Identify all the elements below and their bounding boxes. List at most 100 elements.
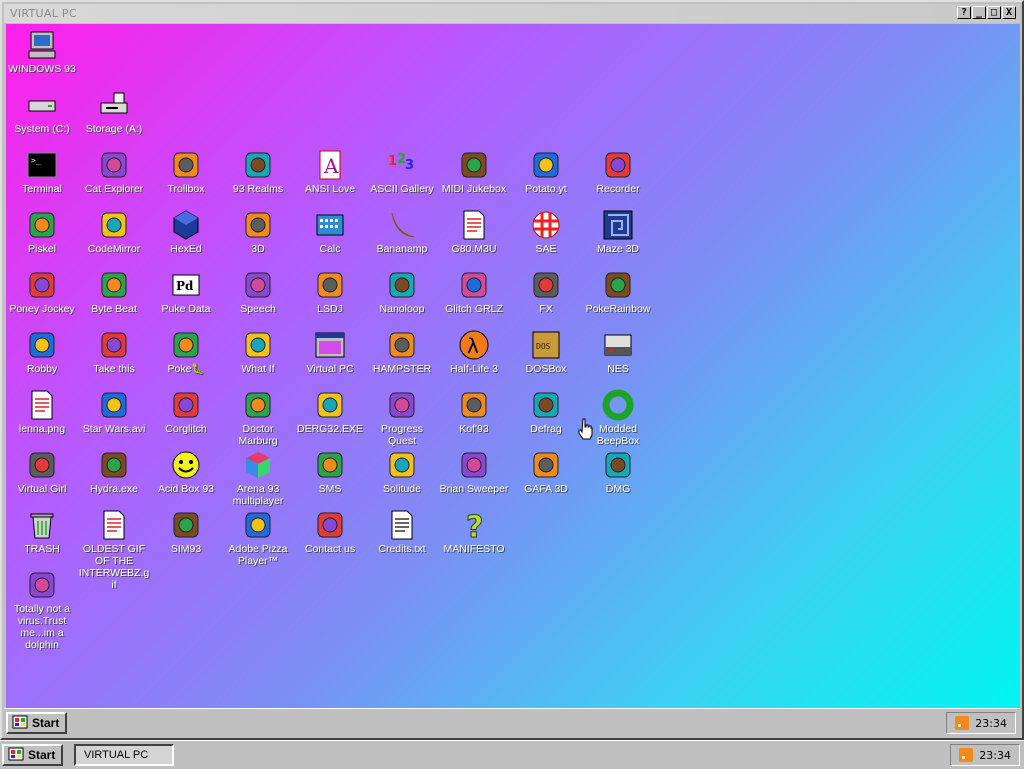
desktop-icon-nes[interactable]: NES xyxy=(582,328,654,375)
desktop-icon-sae[interactable]: SAE xyxy=(510,208,582,255)
desktop-icon-defrag[interactable]: Defrag xyxy=(510,388,582,435)
desktop-icon-label: GAFA 3D xyxy=(524,483,568,495)
desktop-icon-brian-sweeper[interactable]: Brian Sweeper xyxy=(438,448,510,495)
desktop-icon-arena-93[interactable]: Arena 93 multiplayer xyxy=(222,448,294,507)
desktop-icon-doctor-marburg[interactable]: Doctor Marburg xyxy=(222,388,294,447)
codemirror-icon xyxy=(97,208,131,242)
desktop-icon-dolphin[interactable]: Totally not a virus.Trust me...im a dolp… xyxy=(6,568,78,651)
knight-icon xyxy=(241,148,275,182)
desktop-icon-93-realms[interactable]: 93 Realms xyxy=(222,148,294,195)
desktop-icon-label: Virtual PC xyxy=(306,363,354,375)
desktop-icon-trollbox[interactable]: Trollbox xyxy=(150,148,222,195)
desktop-icon-label: Robby xyxy=(26,363,58,375)
desktop-icon-credits-txt[interactable]: Credits.txt xyxy=(366,508,438,555)
inner-clock: 23:34 xyxy=(975,716,1007,730)
desktop-icon-system-c[interactable]: System (C:) xyxy=(6,88,78,135)
desktop-icon-codemirror[interactable]: CodeMirror xyxy=(78,208,150,255)
desktop-icon-virtual-pc[interactable]: Virtual PC xyxy=(294,328,366,375)
desktop-icon-calc[interactable]: Calc xyxy=(294,208,366,255)
maximize-button[interactable]: □ xyxy=(987,6,1001,19)
desktop-icon-label: SAE xyxy=(535,243,557,255)
desktop-icon-dosbox[interactable]: DOS DOSBox xyxy=(510,328,582,375)
desktop-icon-lenna-png[interactable]: lenna.png xyxy=(6,388,78,435)
desktop-icon-hydra-exe[interactable]: Hydra.exe xyxy=(78,448,150,495)
desktop-icon-nanoloop[interactable]: Nanoloop xyxy=(366,268,438,315)
desktop-icon-sim93[interactable]: SIM93 xyxy=(150,508,222,555)
desktop-icon-label: Corglitch xyxy=(165,423,207,435)
desktop-icon-what-if[interactable]: What If xyxy=(222,328,294,375)
desktop-icon-star-wars-avi[interactable]: Star Wars.avi xyxy=(78,388,150,435)
desktop-icon-piskel[interactable]: Piskel xyxy=(6,208,78,255)
desktop-icon-cat-explorer[interactable]: Cat Explorer xyxy=(78,148,150,195)
svg-text:Pd: Pd xyxy=(176,279,194,293)
window-titlebar[interactable]: VIRTUAL PC ? _ □ X xyxy=(4,4,1020,23)
desktop-icon-label: Arena 93 multiplayer xyxy=(232,483,284,507)
desktop-icon-fx[interactable]: FX xyxy=(510,268,582,315)
desktop-icon-progress-quest[interactable]: Progress Quest xyxy=(366,388,438,447)
desktop-icon-contact-us[interactable]: Contact us xyxy=(294,508,366,555)
inner-start-button[interactable]: Start xyxy=(6,712,68,734)
question-mark-icon: ? xyxy=(457,508,491,542)
desktop-icon-pokerainbow[interactable]: PokeRainbow xyxy=(582,268,654,315)
desktop-icon-maze-3d[interactable]: Maze 3D xyxy=(582,208,654,255)
desktop-icon-kof93[interactable]: Kof'93 xyxy=(438,388,510,435)
desktop-icon-manifesto[interactable]: ? MANIFESTO xyxy=(438,508,510,556)
desktop-icon-speech[interactable]: Speech xyxy=(222,268,294,315)
outer-start-button[interactable]: Start xyxy=(2,744,64,766)
desktop-icon-bananamp[interactable]: Bananamp xyxy=(366,208,438,255)
hard-drive-icon xyxy=(25,88,59,122)
desktop-icon-hampster[interactable]: HAMPSTER xyxy=(366,328,438,375)
task-button-virtual-pc[interactable]: VIRTUAL PC xyxy=(74,744,174,766)
desktop-icon-poney-jockey[interactable]: Poney Jockey xyxy=(6,268,78,315)
close-button[interactable]: X xyxy=(1002,6,1016,19)
desktop-icon-oldest-gif[interactable]: OLDEST GIF OF THE INTERWEBZ.gif xyxy=(78,508,150,591)
desktop-icon-lsdj[interactable]: LSDJ xyxy=(294,268,366,315)
terminal-icon: >_ xyxy=(25,148,59,182)
desktop-icon-windows-93[interactable]: WINDOWS 93 xyxy=(6,28,78,75)
desktop-icon-puke-data[interactable]: Pd Puke Data xyxy=(150,268,222,315)
desktop-icon-glitch-grlz[interactable]: Glitch GRLZ xyxy=(438,268,510,315)
desktop-icon-half-life-3[interactable]: λ Half-Life 3 xyxy=(438,328,510,375)
rss-icon[interactable] xyxy=(955,716,970,730)
numbers-icon: 123 xyxy=(385,148,419,182)
desktop-icon-gafa-3d[interactable]: GAFA 3D xyxy=(510,448,582,495)
virtual-pc-window: VIRTUAL PC ? _ □ X WINDOWS 93 System (C:)… xyxy=(0,0,1024,740)
desktop-icon-adobe-pizza[interactable]: Adobe Pizza Player™ xyxy=(222,508,294,567)
desktop-icon-pokedex[interactable]: Poke🐛 xyxy=(150,328,222,375)
desktop-icon-potato-yt[interactable]: Potato.yt xyxy=(510,148,582,195)
desktop-icon-dmg[interactable]: DMG xyxy=(582,448,654,495)
desktop-icon-solitude[interactable]: Solitude xyxy=(366,448,438,495)
desktop-icon-ansi-love[interactable]: A ANSI Love xyxy=(294,148,366,195)
desktop-icon-robby[interactable]: Robby xyxy=(6,328,78,375)
desktop-icon-label: HexEd xyxy=(170,243,202,255)
desktop-icon-terminal[interactable]: >_ Terminal xyxy=(6,148,78,195)
desktop-icon-byte-beat[interactable]: Byte Beat xyxy=(78,268,150,315)
desktop-icon-acid-box-93[interactable]: Acid Box 93 xyxy=(150,448,222,495)
minimize-button[interactable]: _ xyxy=(972,6,986,19)
rss-icon[interactable] xyxy=(959,748,974,762)
disk-drive-icon xyxy=(601,448,635,482)
desktop-icon-label: Kof'93 xyxy=(459,423,489,435)
window-icon xyxy=(313,328,347,362)
desktop-icon-label: What If xyxy=(241,363,275,375)
desktop-icon-label: Speech xyxy=(240,303,276,315)
desktop-icon-corglitch[interactable]: Corglitch xyxy=(150,388,222,435)
desktop-icon-virtual-girl[interactable]: Virtual Girl xyxy=(6,448,78,495)
desktop-icon-g80-m3u[interactable]: G80.M3U xyxy=(438,208,510,255)
desktop-icon-hexed[interactable]: HexEd xyxy=(150,208,222,255)
help-button[interactable]: ? xyxy=(957,6,971,19)
ball-icon xyxy=(529,208,563,242)
desktop-icon-take-this[interactable]: Take this xyxy=(78,328,150,375)
desktop-icon-derg32-exe[interactable]: DERG32.EXE xyxy=(294,388,366,435)
desktop-icon-sms[interactable]: SMS xyxy=(294,448,366,495)
desktop-icon-3d[interactable]: 3D xyxy=(222,208,294,255)
outer-start-label: Start xyxy=(28,748,56,762)
desktop-icon-trash[interactable]: TRASH xyxy=(6,508,78,555)
desktop-icon-label: Poney Jockey xyxy=(9,303,75,315)
calculator-icon xyxy=(313,208,347,242)
desktop-icon-recorder[interactable]: Recorder xyxy=(582,148,654,195)
desktop-icon-ascii-gallery[interactable]: 1 2 3 ASCII Gallery xyxy=(366,148,438,195)
desktop-icon-midi-jukebox[interactable]: MIDI Jukebox xyxy=(438,148,510,195)
desktop-icon-storage-a[interactable]: Storage (A:) xyxy=(78,88,150,135)
green-ring-icon xyxy=(601,388,635,422)
